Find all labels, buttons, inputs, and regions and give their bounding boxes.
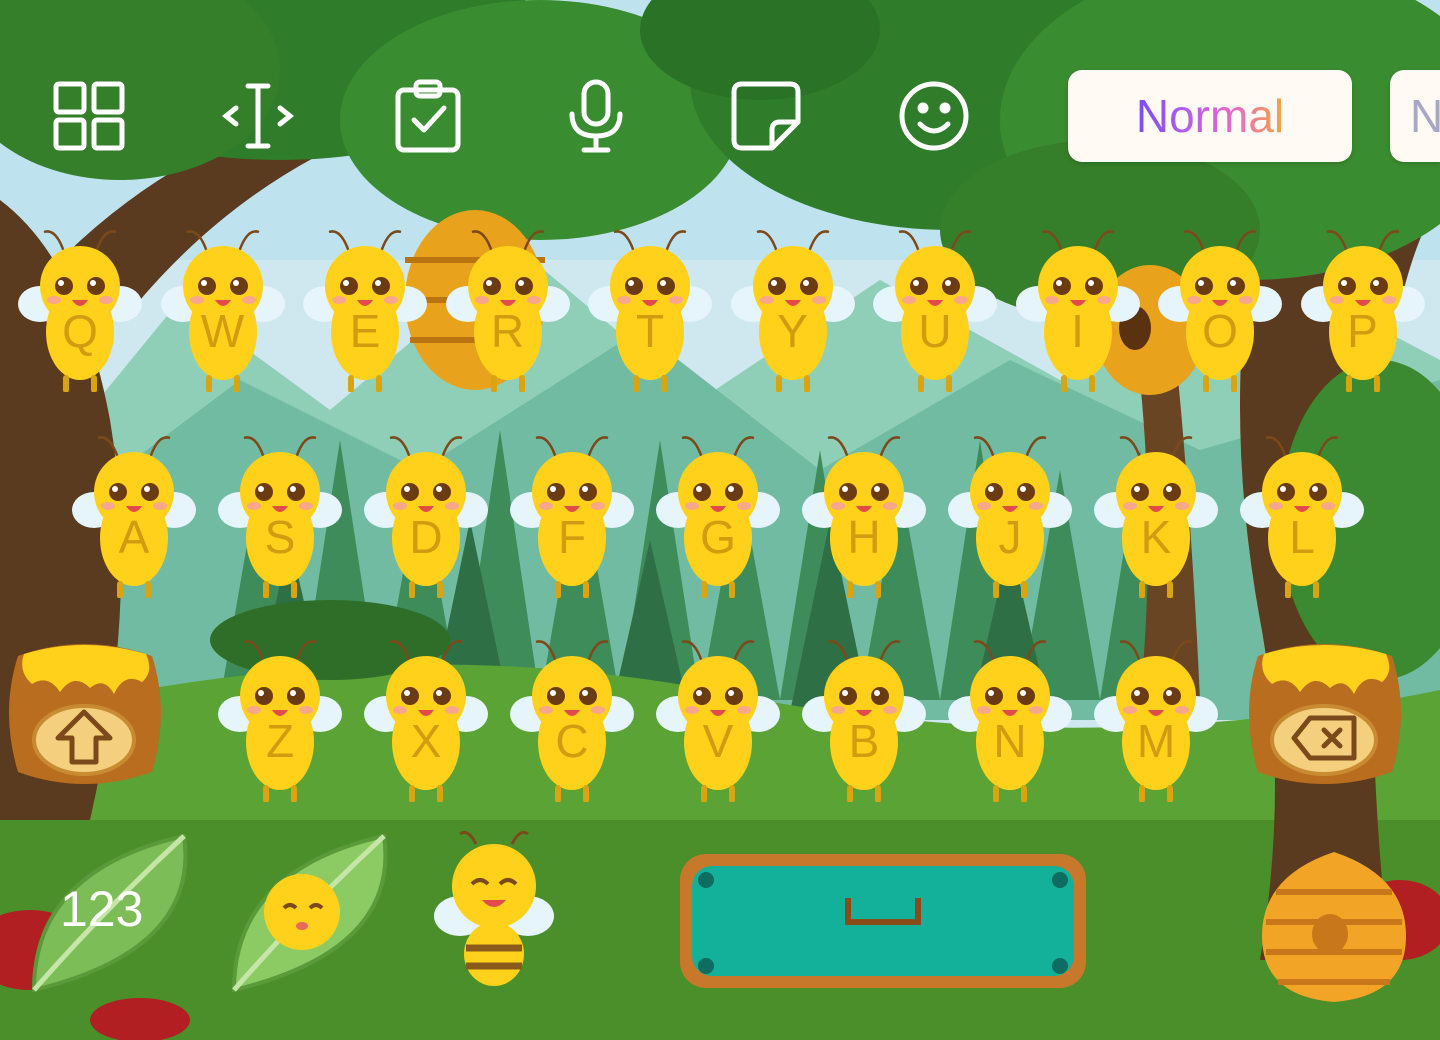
key-l[interactable]: L <box>1240 428 1364 598</box>
key-label: W <box>200 305 245 357</box>
key-label: G <box>700 511 736 563</box>
emoji-icon[interactable] <box>896 78 972 154</box>
key-label: X <box>410 715 442 767</box>
key-f[interactable]: F <box>510 428 634 598</box>
style-chip-label: N <box>1410 90 1440 142</box>
key-label: B <box>848 715 880 767</box>
text-cursor-icon[interactable] <box>220 78 296 154</box>
style-chip-label: Normal <box>1135 90 1285 142</box>
key-label: J <box>998 511 1022 563</box>
key-label: V <box>702 715 734 767</box>
bee-face-icon <box>264 874 340 950</box>
key-label: D <box>409 511 443 563</box>
key-label: C <box>555 715 589 767</box>
bee-mascot-icon <box>432 824 556 990</box>
emoji-key[interactable] <box>224 830 394 1000</box>
key-label: E <box>349 305 381 357</box>
key-label: H <box>847 511 881 563</box>
key-q[interactable]: Q <box>18 222 142 392</box>
backspace-key[interactable] <box>1244 632 1406 792</box>
key-a[interactable]: A <box>72 428 196 598</box>
key-p[interactable]: P <box>1300 222 1425 392</box>
sticker-icon[interactable] <box>728 78 804 154</box>
key-c[interactable]: C <box>510 632 634 802</box>
key-label: Z <box>265 715 295 767</box>
key-v[interactable]: V <box>656 632 780 802</box>
key-i[interactable]: I <box>1015 222 1140 392</box>
key-y[interactable]: Y <box>730 222 855 392</box>
apps-grid-icon[interactable] <box>52 78 128 154</box>
key-x[interactable]: X <box>364 632 488 802</box>
key-label: F <box>557 511 587 563</box>
key-t[interactable]: T <box>588 222 712 392</box>
key-n[interactable]: N <box>948 632 1072 802</box>
key-label: T <box>635 305 665 357</box>
key-z[interactable]: Z <box>218 632 342 802</box>
key-u[interactable]: U <box>873 222 997 392</box>
key-j[interactable]: J <box>948 428 1072 598</box>
space-key[interactable] <box>676 850 1090 992</box>
hive-entrance-icon <box>1312 914 1348 954</box>
key-e[interactable]: E <box>303 222 427 392</box>
shift-key[interactable] <box>4 632 166 792</box>
microphone-icon[interactable] <box>558 78 634 154</box>
key-w[interactable]: W <box>160 222 285 392</box>
numbers-key-label: 123 <box>60 881 144 937</box>
key-m[interactable]: M <box>1094 632 1218 802</box>
key-label: K <box>1140 511 1172 563</box>
key-label: N <box>993 715 1027 767</box>
key-label: M <box>1136 715 1176 767</box>
key-o[interactable]: O <box>1158 222 1282 392</box>
key-label: U <box>918 305 952 357</box>
style-chip-next[interactable]: N <box>1390 70 1440 162</box>
key-h[interactable]: H <box>802 428 926 598</box>
key-label: Q <box>62 305 98 357</box>
key-k[interactable]: K <box>1094 428 1218 598</box>
key-label: S <box>264 511 296 563</box>
enter-key-hive[interactable] <box>1256 846 1412 1006</box>
style-chip-normal[interactable]: Normal <box>1068 70 1352 162</box>
key-label: A <box>118 511 150 563</box>
key-g[interactable]: G <box>656 428 780 598</box>
key-label: L <box>1289 511 1315 563</box>
key-b[interactable]: B <box>802 632 926 802</box>
key-label: R <box>490 305 525 357</box>
key-label: P <box>1347 305 1378 357</box>
key-d[interactable]: D <box>364 428 488 598</box>
key-label: I <box>1071 305 1084 357</box>
key-s[interactable]: S <box>218 428 342 598</box>
clipboard-icon[interactable] <box>390 78 466 154</box>
key-r[interactable]: R <box>445 222 570 392</box>
key-label: Y <box>777 305 808 357</box>
key-label: O <box>1202 305 1238 357</box>
